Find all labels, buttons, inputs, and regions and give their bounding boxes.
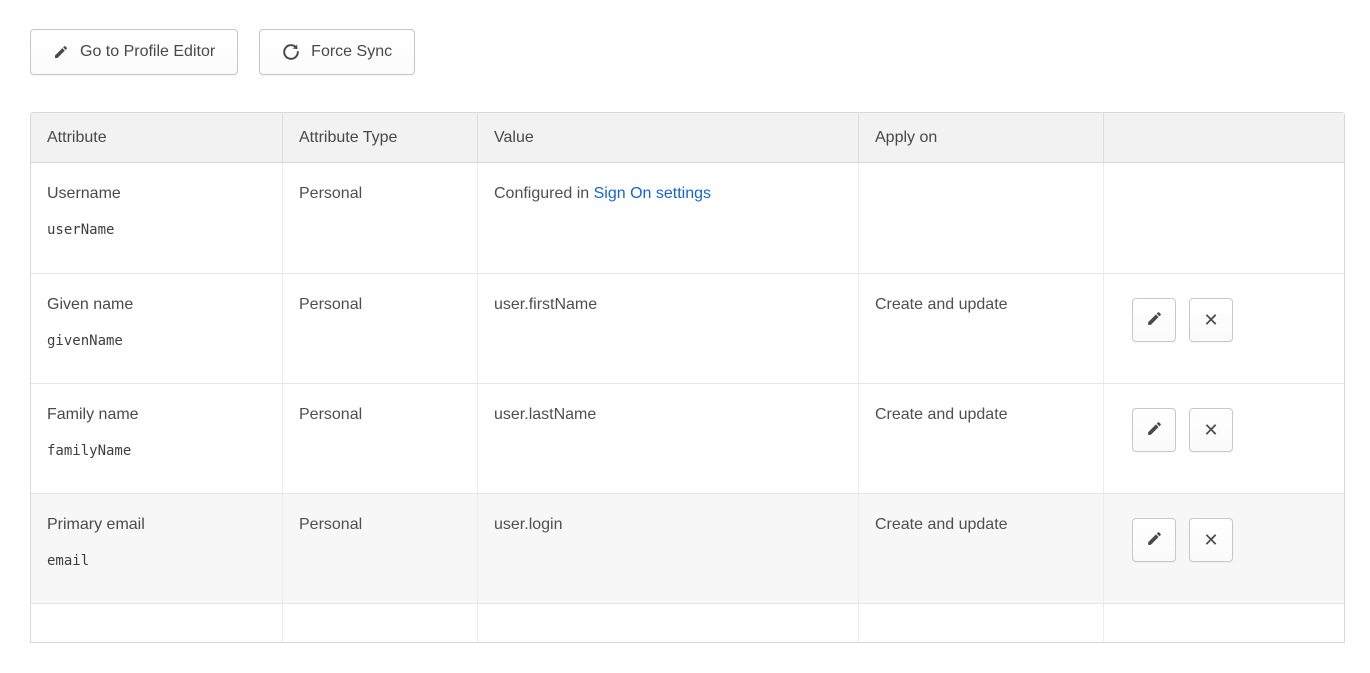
apply-on-cell: Create and update [859,494,1104,603]
apply-on-cell: Create and update [859,274,1104,383]
apply-on-cell: Create and update [859,384,1104,493]
attribute-cell [31,604,283,642]
edit-attribute-button[interactable] [1132,298,1176,342]
value-text: Configured in [494,185,594,202]
apply-on-cell [859,163,1104,273]
actions-cell: ✕ [1104,494,1344,603]
header-value: Value [478,113,859,162]
attribute-variable-name: userName [47,222,266,238]
attribute-variable-name: givenName [47,333,266,349]
actions-cell: ✕ [1104,384,1344,493]
header-attribute-type: Attribute Type [283,113,478,162]
attribute-mappings-table: Attribute Attribute Type Value Apply on … [30,112,1345,643]
go-to-profile-editor-button[interactable]: Go to Profile Editor [30,29,238,75]
edit-attribute-button[interactable] [1132,408,1176,452]
attribute-variable-name: email [47,553,266,569]
table-row: Family name familyName Personal user.las… [31,383,1344,493]
delete-attribute-button[interactable]: ✕ [1189,298,1233,342]
attribute-type-cell [283,604,478,642]
edit-attribute-button[interactable] [1132,518,1176,562]
actions-cell [1104,163,1344,273]
attribute-type-cell: Personal [283,494,478,603]
value-cell: user.login [478,494,859,603]
attribute-cell: Given name givenName [31,274,283,383]
pencil-icon [53,44,69,60]
actions-cell: ✕ [1104,274,1344,383]
value-cell [478,604,859,642]
force-sync-button[interactable]: Force Sync [259,29,415,75]
pencil-icon [1146,310,1163,330]
close-icon: ✕ [1203,531,1218,549]
attribute-cell: Username userName [31,163,283,273]
header-attribute: Attribute [31,113,283,162]
attribute-label: Primary email [47,516,266,534]
delete-attribute-button[interactable]: ✕ [1189,408,1233,452]
close-icon: ✕ [1203,311,1218,329]
attribute-type-cell: Personal [283,163,478,273]
header-apply-on: Apply on [859,113,1104,162]
attribute-variable-name: familyName [47,443,266,459]
delete-attribute-button[interactable]: ✕ [1189,518,1233,562]
table-row: Username userName Personal Configured in… [31,163,1344,273]
table-row-partial [31,603,1344,642]
close-icon: ✕ [1203,421,1218,439]
attribute-cell: Primary email email [31,494,283,603]
apply-on-cell [859,604,1104,642]
pencil-icon [1146,420,1163,440]
header-actions [1104,113,1344,162]
attribute-label: Username [47,185,266,203]
table-row: Given name givenName Personal user.first… [31,273,1344,383]
attribute-label: Family name [47,406,266,424]
go-to-profile-editor-label: Go to Profile Editor [80,43,215,61]
toolbar: Go to Profile Editor Force Sync [30,29,1370,75]
attribute-cell: Family name familyName [31,384,283,493]
value-cell: user.lastName [478,384,859,493]
force-sync-label: Force Sync [311,43,392,61]
actions-cell [1104,604,1344,642]
attribute-type-cell: Personal [283,274,478,383]
pencil-icon [1146,530,1163,550]
table-row: Primary email email Personal user.login … [31,493,1344,603]
value-cell: user.firstName [478,274,859,383]
refresh-icon [282,43,300,61]
table-header-row: Attribute Attribute Type Value Apply on [31,113,1344,163]
attribute-label: Given name [47,296,266,314]
sign-on-settings-link[interactable]: Sign On settings [594,185,711,202]
value-cell: Configured in Sign On settings [478,163,859,273]
attribute-type-cell: Personal [283,384,478,493]
